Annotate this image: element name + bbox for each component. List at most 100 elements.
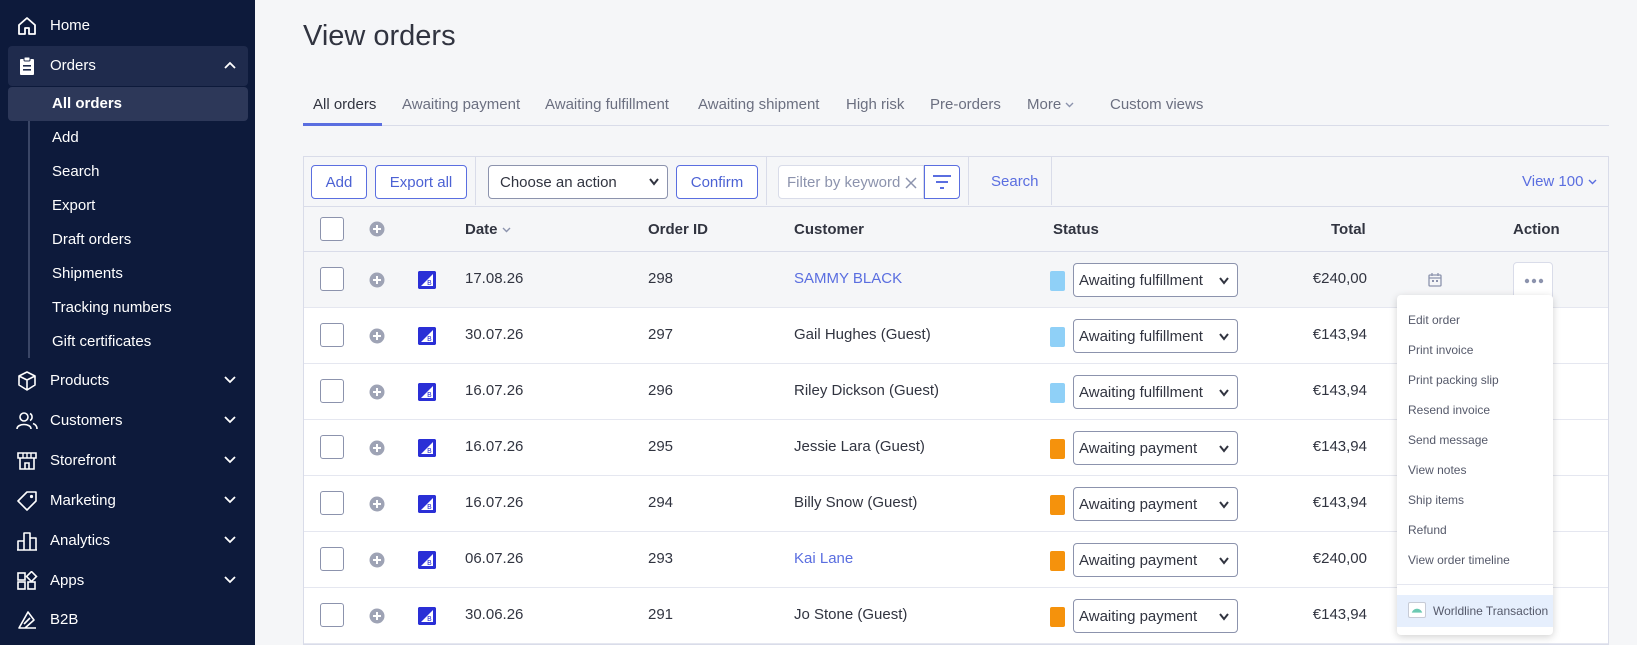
sidebar-item-shipments[interactable]: Shipments — [52, 262, 123, 286]
nav-customers-label: Customers — [50, 412, 123, 429]
status-value: Awaiting fulfillment — [1079, 327, 1203, 345]
menu-item-print-invoice[interactable]: Print invoice — [1408, 343, 1473, 357]
nav-home[interactable]: Home — [0, 6, 255, 46]
nav-storefront[interactable]: Storefront — [0, 441, 255, 481]
home-icon — [18, 17, 36, 35]
row-select-checkbox[interactable] — [320, 323, 344, 347]
nav-products[interactable]: Products — [0, 361, 255, 401]
clipboard-icon — [20, 56, 34, 75]
bigcommerce-channel-icon: B — [418, 495, 436, 513]
nav-marketing-label: Marketing — [50, 492, 116, 509]
sidebar-item-all-orders[interactable]: All orders — [8, 87, 248, 121]
confirm-button[interactable]: Confirm — [676, 165, 758, 199]
order-id: 294 — [648, 494, 674, 511]
bar-chart-icon — [17, 532, 37, 551]
menu-item-view-notes[interactable]: View notes — [1408, 463, 1466, 477]
row-select-checkbox[interactable] — [320, 379, 344, 403]
status-value: Awaiting payment — [1079, 551, 1198, 569]
expand-row-icon[interactable] — [369, 328, 385, 344]
tab-more[interactable]: More — [1027, 96, 1074, 113]
column-customer: Customer — [794, 221, 865, 238]
order-total: €143,94 — [1312, 606, 1367, 623]
filter-button[interactable] — [924, 165, 960, 199]
menu-item-send-message[interactable]: Send message — [1408, 433, 1488, 447]
column-action: Action — [1513, 221, 1560, 238]
chevron-down-icon — [1219, 277, 1229, 285]
nav-customers[interactable]: Customers — [0, 401, 255, 441]
status-select[interactable]: Awaiting payment — [1073, 431, 1238, 465]
nav-b2b[interactable]: B2B — [0, 600, 255, 640]
tab-pre-orders[interactable]: Pre-orders — [930, 96, 1001, 113]
order-total: €240,00 — [1312, 550, 1367, 567]
row-select-checkbox[interactable] — [320, 547, 344, 571]
sidebar-item-draft-orders[interactable]: Draft orders — [52, 228, 131, 252]
status-select[interactable]: Awaiting payment — [1073, 487, 1238, 521]
tab-all-orders[interactable]: All orders — [313, 96, 376, 113]
status-color-swatch — [1050, 271, 1065, 291]
status-select[interactable]: Awaiting payment — [1073, 543, 1238, 577]
expand-all-icon[interactable] — [369, 221, 385, 237]
toolbar-divider — [1051, 157, 1052, 205]
sidebar-item-tracking-numbers[interactable]: Tracking numbers — [52, 296, 172, 320]
order-date: 16.07.26 — [465, 494, 524, 511]
row-select-checkbox[interactable] — [320, 267, 344, 291]
view-per-page-select[interactable]: View 100 — [1522, 173, 1597, 190]
menu-item-edit-order[interactable]: Edit order — [1408, 313, 1460, 327]
customer-name[interactable]: SAMMY BLACK — [794, 270, 902, 287]
nav-apps[interactable]: Apps — [0, 561, 255, 601]
select-all-checkbox[interactable] — [320, 217, 344, 241]
tab-awaiting-fulfillment[interactable]: Awaiting fulfillment — [545, 96, 669, 113]
customer-name[interactable]: Kai Lane — [794, 550, 853, 567]
sidebar-item-search[interactable]: Search — [52, 160, 100, 184]
expand-row-icon[interactable] — [369, 496, 385, 512]
tab-custom-views[interactable]: Custom views — [1110, 96, 1203, 113]
tab-awaiting-shipment[interactable]: Awaiting shipment — [698, 96, 819, 113]
customer-name: Billy Snow (Guest) — [794, 494, 918, 511]
status-select[interactable]: Awaiting fulfillment — [1073, 375, 1238, 409]
status-value: Awaiting fulfillment — [1079, 271, 1203, 289]
clear-icon[interactable] — [905, 177, 917, 189]
menu-item-ship-items[interactable]: Ship items — [1408, 493, 1464, 507]
add-button[interactable]: Add — [311, 165, 367, 199]
order-date: 17.08.26 — [465, 270, 524, 287]
menu-item-resend-invoice[interactable]: Resend invoice — [1408, 403, 1490, 417]
sidebar-item-gift-certificates[interactable]: Gift certificates — [52, 330, 151, 354]
order-date: 16.07.26 — [465, 382, 524, 399]
status-select[interactable]: Awaiting payment — [1073, 599, 1238, 633]
order-total: €143,94 — [1312, 438, 1367, 455]
sidebar-item-export[interactable]: Export — [52, 194, 95, 218]
sidebar-item-add[interactable]: Add — [52, 126, 79, 150]
row-select-checkbox[interactable] — [320, 491, 344, 515]
row-select-checkbox[interactable] — [320, 435, 344, 459]
menu-item-view-order-timeline[interactable]: View order timeline — [1408, 553, 1510, 567]
menu-item-refund[interactable]: Refund — [1408, 523, 1447, 537]
filter-placeholder: Filter by keyword — [787, 173, 901, 191]
status-select[interactable]: Awaiting fulfillment — [1073, 263, 1238, 297]
menu-item-print-packing-slip[interactable]: Print packing slip — [1408, 373, 1499, 387]
bulk-action-select[interactable]: Choose an action — [488, 165, 668, 199]
row-select-checkbox[interactable] — [320, 603, 344, 627]
nav-analytics[interactable]: Analytics — [0, 521, 255, 561]
menu-item-worldline-transaction[interactable]: Worldline Transaction — [1397, 595, 1553, 627]
tab-high-risk[interactable]: High risk — [846, 96, 904, 113]
chevron-up-icon — [224, 61, 236, 69]
tab-awaiting-payment[interactable]: Awaiting payment — [402, 96, 520, 113]
nav-home-label: Home — [50, 17, 91, 34]
chevron-down-icon — [1065, 102, 1074, 108]
export-all-button[interactable]: Export all — [375, 165, 467, 199]
filter-icon — [933, 175, 951, 189]
expand-row-icon[interactable] — [369, 384, 385, 400]
search-link[interactable]: Search — [991, 173, 1039, 190]
nav-marketing[interactable]: Marketing — [0, 481, 255, 521]
expand-row-icon[interactable] — [369, 440, 385, 456]
filter-keyword-input[interactable]: Filter by keyword — [778, 165, 924, 199]
status-select[interactable]: Awaiting fulfillment — [1073, 319, 1238, 353]
column-date[interactable]: Date — [465, 221, 511, 238]
order-date: 16.07.26 — [465, 438, 524, 455]
expand-row-icon[interactable] — [369, 552, 385, 568]
nav-products-label: Products — [50, 372, 110, 389]
expand-row-icon[interactable] — [369, 608, 385, 624]
nav-orders[interactable]: Orders — [8, 46, 248, 86]
expand-row-icon[interactable] — [369, 272, 385, 288]
order-id: 291 — [648, 606, 674, 623]
